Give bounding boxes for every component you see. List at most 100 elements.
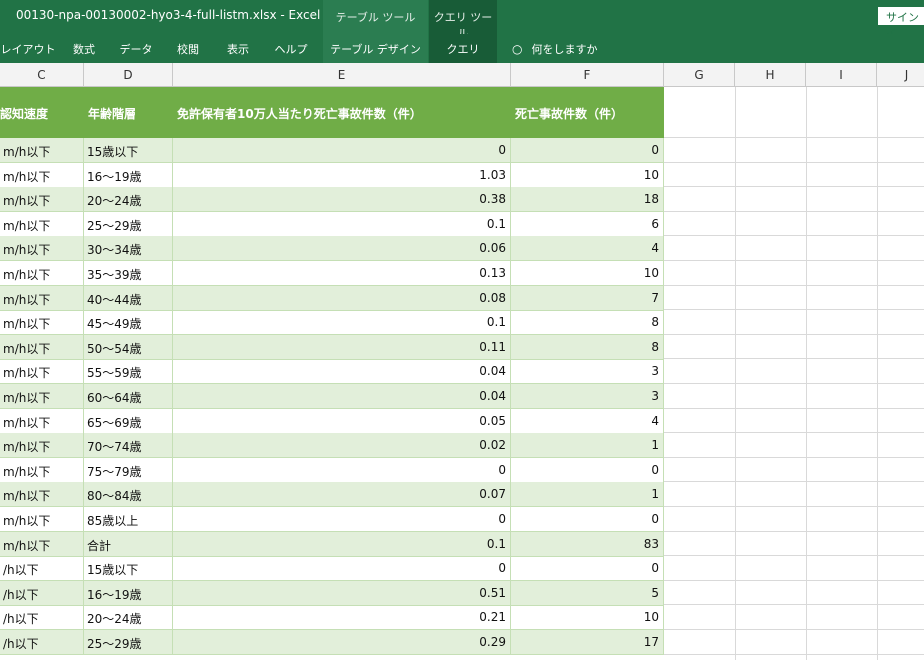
table-row[interactable]: m/h以下 合計 0.1 83: [0, 531, 664, 557]
cell-age-group[interactable]: 75～79歳: [84, 457, 173, 482]
cell-rate[interactable]: 0.08: [173, 285, 511, 310]
cell-rate[interactable]: 0.04: [173, 384, 511, 408]
cell-count[interactable]: 0: [511, 457, 664, 482]
cell-age-group[interactable]: 16～19歳: [84, 162, 173, 187]
column-header-d[interactable]: D: [84, 63, 173, 87]
cell-speed[interactable]: m/h以下: [0, 359, 84, 384]
cell-speed[interactable]: m/h以下: [0, 162, 84, 187]
cell-rate[interactable]: 0.07: [173, 482, 511, 507]
cell-rate[interactable]: 0.05: [173, 408, 511, 433]
cell-speed[interactable]: m/h以下: [0, 507, 84, 531]
cell-age-group[interactable]: 合計: [84, 531, 173, 556]
tab-table-design[interactable]: テーブル デザイン: [323, 34, 428, 63]
cell-age-group[interactable]: 50～54歳: [84, 334, 173, 359]
cell-count[interactable]: 3: [511, 384, 664, 408]
header-rate-per-100k[interactable]: 免許保有者10万人当たり死亡事故件数（件）: [177, 87, 511, 138]
cell-count[interactable]: 0: [511, 138, 664, 162]
table-row[interactable]: m/h以下 45～49歳 0.1 8: [0, 310, 664, 336]
cell-rate[interactable]: 0.29: [173, 630, 511, 654]
cell-count[interactable]: 8: [511, 334, 664, 359]
cell-speed[interactable]: m/h以下: [0, 187, 84, 212]
table-row[interactable]: /h以下 16～19歳 0.51 5: [0, 580, 664, 606]
cell-age-group[interactable]: 55～59歳: [84, 359, 173, 384]
cell-age-group[interactable]: 15歳以下: [84, 556, 173, 581]
cell-rate[interactable]: 0: [173, 457, 511, 482]
cell-count[interactable]: 5: [511, 580, 664, 605]
cell-speed[interactable]: m/h以下: [0, 531, 84, 556]
cell-count[interactable]: 10: [511, 261, 664, 285]
cell-speed[interactable]: m/h以下: [0, 285, 84, 310]
tell-me-search[interactable]: ○ 何をしますか: [512, 34, 598, 63]
table-row[interactable]: /h以下 25～29歳 0.29 17: [0, 630, 664, 655]
cell-count[interactable]: 18: [511, 187, 664, 212]
cell-age-group[interactable]: 20～24歳: [84, 605, 173, 630]
table-row[interactable]: m/h以下 55～59歳 0.04 3: [0, 359, 664, 385]
cell-count[interactable]: 17: [511, 630, 664, 654]
tab-review[interactable]: 校閲: [166, 34, 210, 63]
column-header-c[interactable]: C: [0, 63, 84, 87]
table-row[interactable]: m/h以下 15歳以下 0 0: [0, 138, 664, 163]
table-row[interactable]: m/h以下 85歳以上 0 0: [0, 507, 664, 532]
column-header-e[interactable]: E: [173, 63, 511, 87]
cell-count[interactable]: 3: [511, 359, 664, 384]
cell-count[interactable]: 4: [511, 236, 664, 261]
cell-count[interactable]: 0: [511, 556, 664, 581]
cell-count[interactable]: 10: [511, 605, 664, 630]
cell-age-group[interactable]: 25～29歳: [84, 211, 173, 236]
cell-speed[interactable]: m/h以下: [0, 261, 84, 285]
table-row[interactable]: m/h以下 50～54歳 0.11 8: [0, 334, 664, 360]
table-row[interactable]: m/h以下 16～19歳 1.03 10: [0, 162, 664, 188]
cell-count[interactable]: 1: [511, 433, 664, 458]
cell-speed[interactable]: /h以下: [0, 630, 84, 654]
table-row[interactable]: m/h以下 75～79歳 0 0: [0, 457, 664, 483]
cell-age-group[interactable]: 25～29歳: [84, 630, 173, 654]
cell-age-group[interactable]: 30～34歳: [84, 236, 173, 261]
cell-speed[interactable]: /h以下: [0, 556, 84, 581]
header-age-group[interactable]: 年齢階層: [88, 87, 173, 138]
cell-rate[interactable]: 0.13: [173, 261, 511, 285]
cell-speed[interactable]: m/h以下: [0, 211, 84, 236]
tab-data[interactable]: データ: [112, 34, 160, 63]
column-header-g[interactable]: G: [664, 63, 735, 87]
table-row[interactable]: m/h以下 35～39歳 0.13 10: [0, 261, 664, 286]
cell-speed[interactable]: /h以下: [0, 580, 84, 605]
cell-rate[interactable]: 0.38: [173, 187, 511, 212]
column-header-i[interactable]: I: [806, 63, 877, 87]
cell-speed[interactable]: m/h以下: [0, 138, 84, 162]
header-speed[interactable]: 認知速度: [0, 87, 84, 138]
table-row[interactable]: m/h以下 40～44歳 0.08 7: [0, 285, 664, 311]
cell-rate[interactable]: 0.02: [173, 433, 511, 458]
cell-speed[interactable]: m/h以下: [0, 457, 84, 482]
cell-speed[interactable]: m/h以下: [0, 236, 84, 261]
cell-count[interactable]: 8: [511, 310, 664, 335]
cell-rate[interactable]: 0.51: [173, 580, 511, 605]
cell-speed[interactable]: m/h以下: [0, 384, 84, 408]
cell-age-group[interactable]: 35～39歳: [84, 261, 173, 285]
cell-rate[interactable]: 1.03: [173, 162, 511, 187]
cell-speed[interactable]: m/h以下: [0, 334, 84, 359]
cell-age-group[interactable]: 80～84歳: [84, 482, 173, 507]
table-row[interactable]: m/h以下 70～74歳 0.02 1: [0, 433, 664, 459]
column-header-h[interactable]: H: [735, 63, 806, 87]
table-row[interactable]: m/h以下 65～69歳 0.05 4: [0, 408, 664, 434]
table-row[interactable]: m/h以下 25～29歳 0.1 6: [0, 211, 664, 237]
table-row[interactable]: m/h以下 20～24歳 0.38 18: [0, 187, 664, 213]
tab-formulas[interactable]: 数式: [62, 34, 106, 63]
cell-count[interactable]: 4: [511, 408, 664, 433]
cell-rate[interactable]: 0.1: [173, 211, 511, 236]
cell-count[interactable]: 10: [511, 162, 664, 187]
cell-speed[interactable]: m/h以下: [0, 310, 84, 335]
table-row[interactable]: m/h以下 30～34歳 0.06 4: [0, 236, 664, 262]
header-fatal-accidents[interactable]: 死亡事故件数（件）: [515, 87, 664, 138]
tab-page-layout[interactable]: レイアウト: [0, 34, 56, 63]
cell-rate[interactable]: 0.11: [173, 334, 511, 359]
cell-count[interactable]: 0: [511, 507, 664, 531]
tab-query[interactable]: クエリ: [429, 34, 497, 63]
tab-help[interactable]: ヘルプ: [266, 34, 316, 63]
signin-button[interactable]: サインイ: [878, 7, 924, 40]
cell-speed[interactable]: /h以下: [0, 605, 84, 630]
cell-age-group[interactable]: 65～69歳: [84, 408, 173, 433]
table-row[interactable]: /h以下 20～24歳 0.21 10: [0, 605, 664, 631]
cell-age-group[interactable]: 70～74歳: [84, 433, 173, 458]
cell-age-group[interactable]: 40～44歳: [84, 285, 173, 310]
